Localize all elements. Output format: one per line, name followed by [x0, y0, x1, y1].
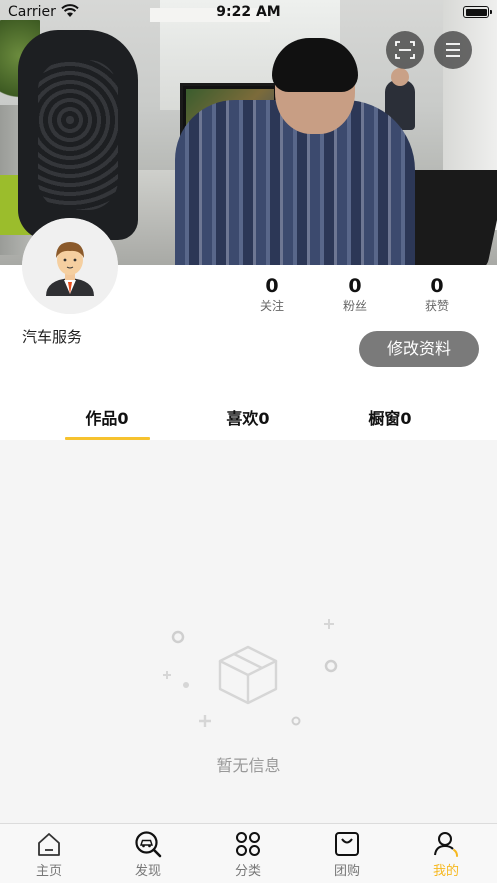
battery-icon — [463, 6, 492, 18]
stat-following[interactable]: 0 关注 — [237, 275, 307, 314]
tabbar-group-buy[interactable]: 团购 — [317, 830, 377, 882]
stat-following-count: 0 — [265, 275, 279, 297]
bottom-tab-bar: 主页 发现 分类 团购 我的 — [0, 823, 497, 883]
tabbar-category-label: 分类 — [234, 864, 261, 879]
tabbar-profile[interactable]: 我的 — [416, 830, 476, 882]
menu-icon — [446, 43, 460, 57]
empty-box-icon — [163, 619, 338, 727]
content-tabs: 作品0 喜欢0 橱窗0 — [0, 395, 497, 440]
menu-button[interactable] — [434, 31, 472, 69]
stat-followers-count: 0 — [348, 275, 362, 297]
empty-state: 暂无信息 — [0, 440, 497, 823]
stat-followers-label: 粉丝 — [342, 299, 367, 313]
scan-button[interactable] — [386, 31, 424, 69]
tabbar-discover[interactable]: 发现 — [118, 830, 178, 882]
stat-likes[interactable]: 0 获赞 — [402, 275, 472, 314]
category-icon — [236, 832, 260, 856]
edit-profile-button[interactable]: 修改资料 — [359, 331, 479, 367]
active-tab-indicator — [65, 437, 150, 440]
status-bar: Carrier 9:22 AM — [0, 0, 497, 26]
stat-followers[interactable]: 0 粉丝 — [320, 275, 390, 314]
avatar[interactable] — [22, 218, 118, 314]
tabbar-home[interactable]: 主页 — [19, 830, 79, 882]
profile-screen: Carrier 9:22 AM 0 关注 0 粉丝 0 获赞 汽车服务 修改资料… — [0, 0, 497, 883]
scan-icon — [395, 41, 415, 59]
tabbar-home-label: 主页 — [35, 864, 62, 879]
home-icon — [38, 833, 60, 856]
tab-works[interactable]: 作品0 — [47, 405, 167, 429]
username: 汽车服务 — [22, 328, 83, 346]
tab-showcase[interactable]: 橱窗0 — [330, 405, 450, 429]
tabbar-category[interactable]: 分类 — [218, 830, 278, 882]
tabbar-group-buy-label: 团购 — [333, 864, 360, 879]
empty-state-text: 暂无信息 — [216, 756, 281, 775]
avatar-icon — [22, 218, 118, 314]
stat-following-label: 关注 — [259, 299, 284, 313]
stat-likes-label: 获赞 — [424, 299, 449, 313]
group-buy-icon — [335, 832, 359, 856]
status-time: 9:22 AM — [216, 4, 281, 20]
tabbar-discover-label: 发现 — [134, 864, 161, 879]
tabbar-profile-label: 我的 — [432, 864, 459, 879]
tab-likes[interactable]: 喜欢0 — [188, 405, 308, 429]
profile-icon — [434, 832, 458, 857]
discover-icon — [135, 831, 162, 858]
stat-likes-count: 0 — [430, 275, 444, 297]
